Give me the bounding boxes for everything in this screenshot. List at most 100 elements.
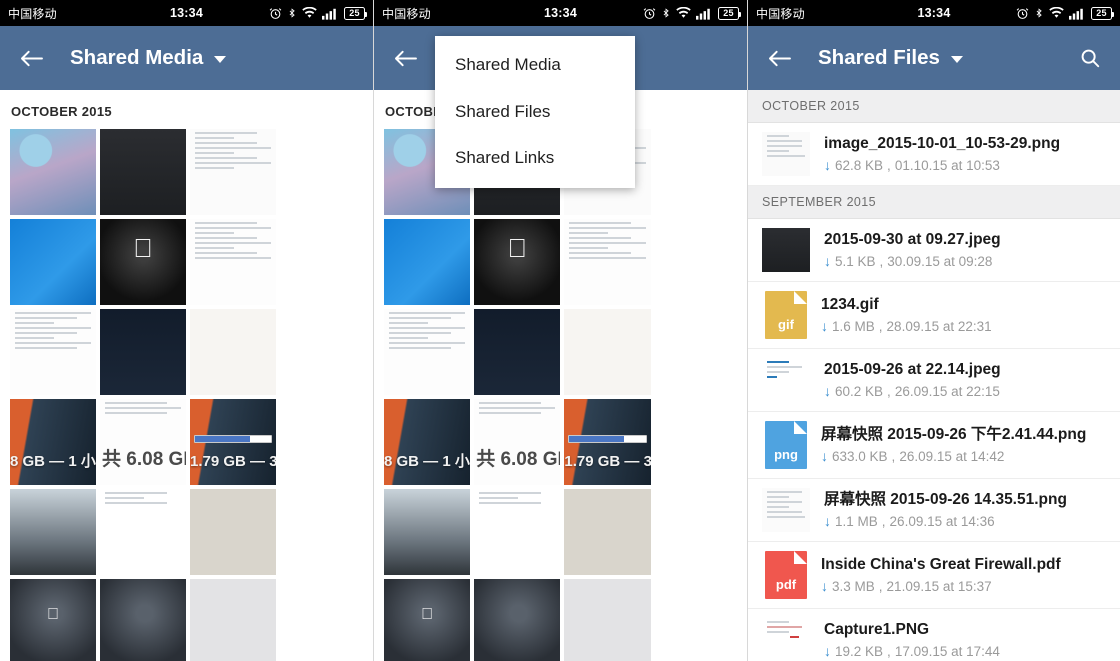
media-thumb[interactable]:  [474, 219, 561, 305]
download-icon: ↓ [824, 643, 831, 659]
media-thumb[interactable] [100, 129, 186, 215]
media-thumb[interactable]:  [10, 579, 96, 661]
toolbar-title-dropdown[interactable]: Shared Files [818, 46, 963, 70]
media-thumb[interactable] [190, 489, 276, 575]
media-thumb[interactable] [190, 219, 276, 305]
overlay-caption: 8 GB — 1 小时 [384, 453, 470, 470]
app-toolbar: Shared Files [748, 26, 1120, 90]
list-item[interactable]: gif 1234.gif ↓ 1.6 MB, 28.09.15 at 22:31 [748, 282, 1120, 349]
media-thumb-with-overlay[interactable]: 共 6.08 GB [474, 399, 561, 485]
status-icons: 25 [1016, 6, 1114, 20]
png-file-icon: png [765, 421, 807, 469]
file-meta: ↓ 62.8 KB, 01.10.15 at 10:53 [824, 157, 1000, 173]
media-thumb-with-overlay[interactable]: 8 GB — 1 小时 [384, 399, 471, 485]
list-item[interactable]: 屏幕快照 2015-09-26 14.35.51.png ↓ 1.1 MB, 2… [748, 479, 1120, 542]
file-date: 30.09.15 at 09:28 [887, 254, 993, 269]
pdf-file-icon: pdf [765, 551, 807, 599]
list-item[interactable]: pdf Inside China's Great Firewall.pdf ↓ … [748, 542, 1120, 609]
battery-icon: 25 [1091, 6, 1114, 20]
alarm-icon [1016, 7, 1029, 20]
media-thumb[interactable] [564, 219, 651, 305]
media-thumb[interactable]:  [384, 579, 471, 661]
back-icon[interactable] [14, 41, 48, 75]
media-thumb[interactable] [384, 219, 471, 305]
file-ext-label: gif [778, 317, 794, 332]
battery-level: 25 [1096, 8, 1107, 18]
file-meta: ↓ 19.2 KB, 17.09.15 at 17:44 [824, 643, 1000, 659]
panel-shared-media: 中国移动 13:34 25 Shared Media OCTOBER 2015 [0, 0, 373, 661]
signal-icon [322, 7, 339, 20]
overlay-caption: 1.79 GB — 3 分钟 [564, 453, 650, 470]
signal-icon [1069, 7, 1086, 20]
menu-item-shared-links[interactable]: Shared Links [435, 135, 635, 182]
status-icons: 25 [643, 6, 741, 20]
wifi-icon [302, 7, 317, 19]
gif-file-icon: gif [765, 291, 807, 339]
media-thumb[interactable]:  [100, 219, 186, 305]
bluetooth-icon [287, 6, 297, 20]
alarm-icon [643, 7, 656, 20]
list-item[interactable]: 2015-09-30 at 09.27.jpeg ↓ 5.1 KB, 30.09… [748, 219, 1120, 282]
file-meta: ↓ 5.1 KB, 30.09.15 at 09:28 [824, 253, 993, 269]
menu-item-shared-media[interactable]: Shared Media [435, 42, 635, 89]
file-meta: ↓ 1.1 MB, 26.09.15 at 14:36 [824, 513, 995, 529]
chevron-down-icon [950, 56, 963, 63]
toolbar-title-dropdown[interactable]: Shared Media [70, 46, 227, 70]
media-thumb[interactable] [10, 129, 96, 215]
battery-level: 25 [723, 8, 734, 18]
media-thumb[interactable] [190, 579, 276, 661]
media-thumb-with-overlay[interactable]: 1.79 GB — 3 分钟 [564, 399, 651, 485]
file-thumbnail [762, 132, 810, 176]
overlay-caption: 共 6.08 GB [476, 449, 560, 470]
media-thumb[interactable] [474, 579, 561, 661]
file-size: 633.0 KB [832, 449, 888, 464]
media-thumb[interactable] [384, 489, 471, 575]
download-icon: ↓ [821, 578, 828, 594]
page-title: Shared Files [818, 46, 940, 69]
media-thumb-with-overlay[interactable]: 1.79 GB — 3 分钟 [190, 399, 276, 485]
file-meta: ↓ 633.0 KB, 26.09.15 at 14:42 [821, 448, 1005, 464]
file-name: 2015-09-26 at 22.14.jpeg [824, 361, 1001, 378]
file-date: 21.09.15 at 15:37 [886, 579, 992, 594]
list-item[interactable]: png 屏幕快照 2015-09-26 下午2.41.44.png ↓ 633.… [748, 412, 1120, 479]
list-item[interactable]: 2015-09-26 at 22.14.jpeg ↓ 60.2 KB, 26.0… [748, 349, 1120, 412]
media-thumb[interactable] [100, 579, 186, 661]
overlay-caption: 共 6.08 GB [102, 449, 186, 470]
file-date: 28.09.15 at 22:31 [886, 319, 992, 334]
media-thumb[interactable] [190, 129, 276, 215]
media-thumb[interactable] [564, 489, 651, 575]
wifi-icon [676, 7, 691, 19]
media-thumb[interactable] [474, 489, 561, 575]
status-bar: 中国移动 13:34 25 [374, 0, 747, 26]
file-size: 60.2 KB [835, 384, 884, 399]
media-thumb[interactable] [564, 309, 651, 395]
status-icons: 25 [269, 6, 367, 20]
carrier-label: 中国移动 [382, 6, 431, 21]
media-thumb[interactable] [10, 219, 96, 305]
media-thumb[interactable] [564, 579, 651, 661]
file-name: image_2015-10-01_10-53-29.png [824, 135, 1061, 152]
media-thumb-with-overlay[interactable]: 8 GB — 1 小时 [10, 399, 96, 485]
media-thumb[interactable] [474, 309, 561, 395]
list-item[interactable]: Capture1.PNG ↓ 19.2 KB, 17.09.15 at 17:4… [748, 609, 1120, 661]
page-title: Shared Media [70, 46, 204, 69]
file-meta: ↓ 1.6 MB, 28.09.15 at 22:31 [821, 318, 992, 334]
media-thumb[interactable] [10, 489, 96, 575]
back-icon[interactable] [762, 41, 796, 75]
media-grid:  8 GB — 1 小时 共 6.08 GB 1.79 GB — 3 分钟  [374, 129, 747, 661]
back-icon[interactable] [388, 41, 422, 75]
file-size: 5.1 KB [835, 254, 876, 269]
bluetooth-icon [661, 6, 671, 20]
file-size: 1.6 MB [832, 319, 875, 334]
wifi-icon [1049, 7, 1064, 19]
media-thumb[interactable] [100, 309, 186, 395]
search-icon[interactable] [1074, 42, 1106, 74]
file-date: 26.09.15 at 22:15 [894, 384, 1000, 399]
media-thumb[interactable] [10, 309, 96, 395]
list-item[interactable]: image_2015-10-01_10-53-29.png ↓ 62.8 KB,… [748, 123, 1120, 186]
media-thumb[interactable] [100, 489, 186, 575]
menu-item-shared-files[interactable]: Shared Files [435, 89, 635, 136]
media-thumb[interactable] [190, 309, 276, 395]
media-thumb-with-overlay[interactable]: 共 6.08 GB [100, 399, 186, 485]
media-thumb[interactable] [384, 309, 471, 395]
